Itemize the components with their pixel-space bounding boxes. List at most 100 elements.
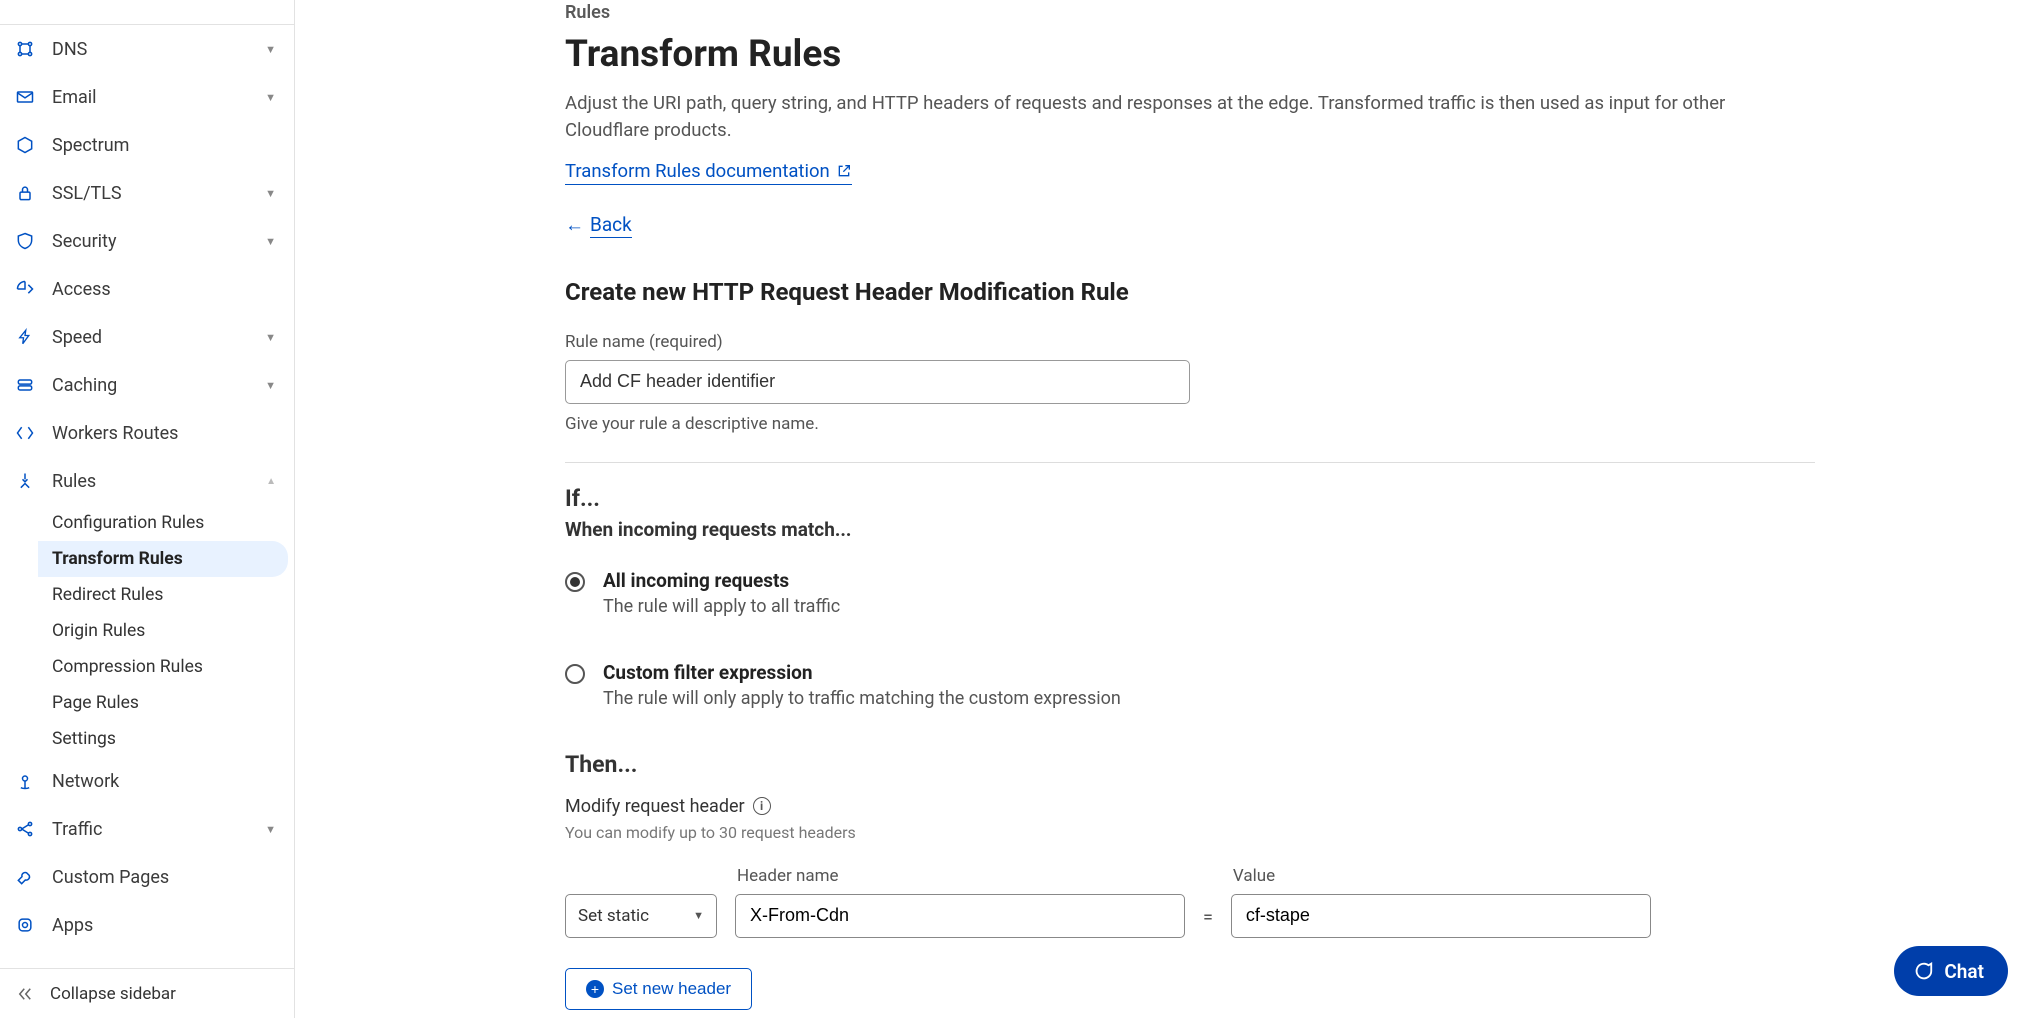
sidebar-item-label: Spectrum (52, 135, 276, 156)
email-icon (12, 86, 38, 108)
documentation-link[interactable]: Transform Rules documentation (565, 160, 852, 185)
network-icon (12, 770, 38, 792)
sidebar: DNS ▼ Email ▼ Spectrum SSL/T (0, 0, 295, 1018)
radio-unselected-icon[interactable] (565, 664, 585, 684)
rule-name-label: Rule name (required) (565, 332, 1996, 352)
header-name-input[interactable] (735, 894, 1185, 938)
header-value-label: Value (1231, 866, 1651, 886)
sidebar-item-label: Traffic (52, 819, 265, 840)
match-option-custom[interactable]: Custom filter expression The rule will o… (565, 661, 1996, 709)
sidebar-item-workers[interactable]: Workers Routes (0, 409, 294, 457)
sidebar-sub-configuration-rules[interactable]: Configuration Rules (38, 505, 288, 541)
match-option-all[interactable]: All incoming requests The rule will appl… (565, 569, 1996, 617)
sidebar-item-label: Caching (52, 375, 265, 396)
action-select[interactable]: Set static ▼ (565, 894, 717, 938)
page-description: Adjust the URI path, query string, and H… (565, 90, 1785, 144)
sidebar-sub-settings[interactable]: Settings (38, 721, 288, 757)
sidebar-item-spectrum[interactable]: Spectrum (0, 121, 294, 169)
external-link-icon (836, 163, 852, 179)
back-link-label: Back (590, 213, 632, 238)
section-title: Create new HTTP Request Header Modificat… (565, 278, 1996, 306)
access-icon (12, 278, 38, 300)
chevron-up-icon: ▲ (266, 476, 276, 487)
sidebar-item-dns[interactable]: DNS ▼ (0, 25, 294, 73)
sidebar-item-rules[interactable]: Rules ▲ (0, 457, 294, 505)
documentation-link-label: Transform Rules documentation (565, 160, 830, 182)
sidebar-item-security[interactable]: Security ▼ (0, 217, 294, 265)
then-help-text: You can modify up to 30 request headers (565, 823, 1996, 842)
sidebar-sub-redirect-rules[interactable]: Redirect Rules (38, 577, 288, 613)
workers-icon (12, 422, 38, 444)
rule-name-help: Give your rule a descriptive name. (565, 414, 1996, 434)
sidebar-item-label: Security (52, 231, 265, 252)
match-option-desc: The rule will apply to all traffic (603, 596, 840, 617)
sidebar-item-network[interactable]: Network (0, 757, 294, 805)
sidebar-item-access[interactable]: Access (0, 265, 294, 313)
sidebar-item-label: Speed (52, 327, 265, 348)
sidebar-item-caching[interactable]: Caching ▼ (0, 361, 294, 409)
caching-icon (12, 374, 38, 396)
add-header-label: Set new header (612, 979, 731, 999)
collapse-icon (12, 985, 38, 1003)
chevron-down-icon: ▼ (265, 91, 276, 104)
sidebar-header-divider (0, 0, 294, 25)
sidebar-item-ssl[interactable]: SSL/TLS ▼ (0, 169, 294, 217)
apps-icon (12, 914, 38, 936)
header-value-input[interactable] (1231, 894, 1651, 938)
sidebar-sub-origin-rules[interactable]: Origin Rules (38, 613, 288, 649)
match-option-title: All incoming requests (603, 569, 840, 592)
chat-widget-button[interactable]: Chat (1894, 946, 2008, 996)
sidebar-item-apps[interactable]: Apps (0, 901, 294, 949)
chat-icon (1912, 960, 1934, 982)
sidebar-sub-compression-rules[interactable]: Compression Rules (38, 649, 288, 685)
page-title: Transform Rules (565, 33, 1996, 76)
sidebar-item-label: Email (52, 87, 265, 108)
rules-icon (12, 470, 38, 492)
sidebar-item-label: DNS (52, 39, 265, 60)
sidebar-sub-page-rules[interactable]: Page Rules (38, 685, 288, 721)
chevron-down-icon: ▼ (265, 823, 276, 836)
chevron-down-icon: ▼ (693, 909, 704, 922)
if-title: If... (565, 485, 1996, 512)
add-header-button[interactable]: + Set new header (565, 968, 752, 1010)
sidebar-item-speed[interactable]: Speed ▼ (0, 313, 294, 361)
arrow-left-icon: ← (565, 213, 584, 237)
collapse-sidebar-button[interactable]: Collapse sidebar (0, 968, 294, 1018)
chevron-down-icon: ▼ (265, 331, 276, 344)
sidebar-item-custom-pages[interactable]: Custom Pages (0, 853, 294, 901)
header-name-label: Header name (735, 866, 1185, 886)
breadcrumb: Rules (565, 2, 1996, 23)
back-link[interactable]: ← Back (565, 213, 632, 238)
match-option-desc: The rule will only apply to traffic matc… (603, 688, 1121, 709)
section-divider (565, 462, 1815, 463)
rule-name-input[interactable] (565, 360, 1190, 404)
chevron-down-icon: ▼ (265, 187, 276, 200)
wrench-icon (12, 866, 38, 888)
info-icon[interactable]: i (753, 797, 771, 815)
traffic-icon (12, 818, 38, 840)
bolt-icon (12, 326, 38, 348)
radio-selected-icon[interactable] (565, 572, 585, 592)
shield-icon (12, 230, 38, 252)
sidebar-item-label: Custom Pages (52, 867, 276, 888)
dns-icon (12, 38, 38, 60)
sidebar-item-traffic[interactable]: Traffic ▼ (0, 805, 294, 853)
chevron-down-icon: ▼ (265, 379, 276, 392)
sidebar-item-label: SSL/TLS (52, 183, 265, 204)
sidebar-nav: DNS ▼ Email ▼ Spectrum SSL/T (0, 25, 294, 968)
sidebar-sub-transform-rules[interactable]: Transform Rules (38, 541, 288, 577)
collapse-sidebar-label: Collapse sidebar (50, 984, 176, 1004)
sidebar-rules-children: Configuration Rules Transform Rules Redi… (0, 505, 294, 757)
chat-label: Chat (1944, 960, 1984, 983)
sidebar-item-label: Rules (52, 471, 266, 492)
then-subtitle: Modify request header (565, 796, 745, 817)
then-title: Then... (565, 751, 1996, 778)
sidebar-item-label: Apps (52, 915, 276, 936)
plus-circle-icon: + (586, 980, 604, 998)
sidebar-item-label: Network (52, 771, 276, 792)
if-subtitle: When incoming requests match... (565, 518, 1996, 541)
sidebar-item-email[interactable]: Email ▼ (0, 73, 294, 121)
main-content: Rules Transform Rules Adjust the URI pat… (295, 0, 2036, 1018)
action-select-value: Set static (578, 906, 649, 926)
sidebar-item-label: Workers Routes (52, 423, 276, 444)
